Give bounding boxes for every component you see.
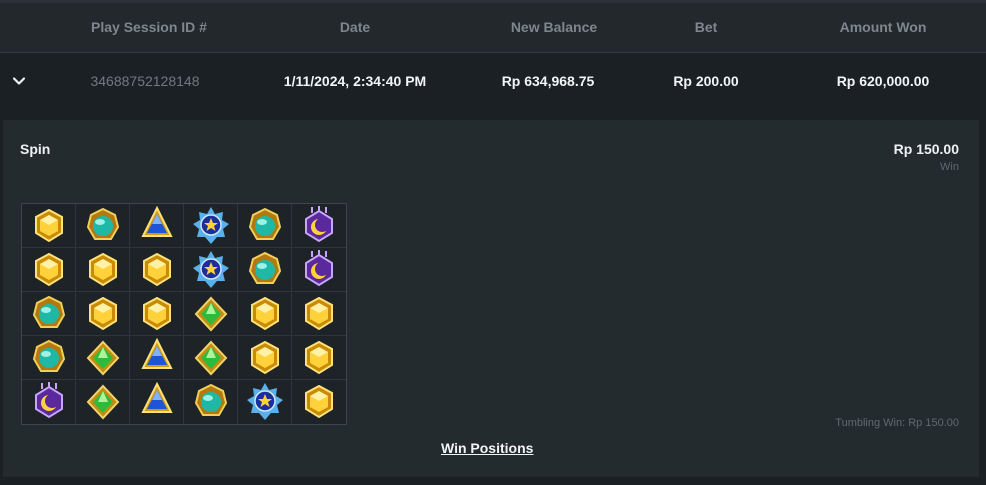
reel-cell bbox=[22, 380, 76, 424]
reel-cell bbox=[292, 292, 346, 336]
chevron-down-icon[interactable] bbox=[11, 73, 27, 89]
green-gem-icon bbox=[86, 384, 119, 420]
reel-cell bbox=[76, 292, 130, 336]
gold-gem-icon bbox=[305, 340, 333, 374]
reel-cell bbox=[238, 248, 292, 292]
gold-gem-icon bbox=[250, 340, 279, 374]
reel-cell bbox=[76, 336, 130, 380]
green-gem-icon bbox=[86, 340, 119, 375]
reel-cell bbox=[292, 336, 346, 380]
reel-cell bbox=[22, 204, 76, 248]
reel-cell bbox=[130, 380, 184, 424]
blue-gem-icon bbox=[140, 382, 173, 413]
header-bet: Bet bbox=[694, 19, 718, 35]
reel-cell bbox=[184, 380, 238, 424]
reel-cell bbox=[76, 380, 130, 424]
win-positions-link[interactable]: Win Positions bbox=[441, 440, 533, 456]
reel-cell bbox=[22, 336, 76, 380]
purple-moon-icon bbox=[34, 382, 63, 419]
reel-cell bbox=[184, 204, 238, 248]
reel-cell bbox=[130, 204, 184, 248]
star-medallion-icon bbox=[246, 383, 283, 420]
reel-cell bbox=[292, 380, 346, 424]
reel-cell bbox=[130, 336, 184, 380]
purple-moon-icon bbox=[305, 205, 333, 242]
gold-gem-icon bbox=[305, 384, 333, 419]
spin-details-panel: Spin Rp 150.00 Win Tumbling Win: Rp 150.… bbox=[3, 120, 979, 477]
reel-cell bbox=[76, 204, 130, 248]
reel-cell bbox=[238, 380, 292, 424]
reel-cell bbox=[184, 336, 238, 380]
bet-amount: Rp 200.00 bbox=[673, 73, 739, 89]
reel-grid bbox=[21, 203, 347, 425]
gold-gem-icon bbox=[250, 296, 279, 330]
gold-gem-icon bbox=[142, 296, 171, 330]
gold-gem-icon bbox=[305, 296, 333, 330]
spin-win-amount: Rp 150.00 bbox=[893, 141, 959, 157]
green-gem-icon bbox=[194, 296, 227, 331]
table-header: Play Session ID # Date New Balance Bet A… bbox=[0, 3, 986, 53]
reel-cell bbox=[238, 204, 292, 248]
reel-cell bbox=[22, 292, 76, 336]
reel-cell bbox=[292, 204, 346, 248]
amount-won: Rp 620,000.00 bbox=[836, 73, 930, 89]
reel-cell bbox=[130, 292, 184, 336]
green-gem-icon bbox=[194, 340, 227, 375]
session-date: 1/11/2024, 2:34:40 PM bbox=[283, 73, 427, 89]
blue-gem-icon bbox=[140, 205, 173, 237]
blue-gem-icon bbox=[140, 337, 173, 369]
header-session-id: Play Session ID # bbox=[91, 19, 207, 35]
new-balance: Rp 634,968.75 bbox=[501, 73, 595, 89]
gold-gem-icon bbox=[34, 208, 63, 242]
teal-gem-icon bbox=[32, 295, 65, 328]
session-id: 34688752128148 bbox=[90, 73, 200, 89]
teal-gem-icon bbox=[86, 207, 119, 240]
spin-label: Spin bbox=[20, 141, 51, 157]
teal-gem-icon bbox=[32, 339, 65, 372]
gold-gem-icon bbox=[88, 252, 117, 286]
header-new-balance: New Balance bbox=[510, 19, 598, 35]
reel-cell bbox=[292, 248, 346, 292]
reel-cell bbox=[22, 248, 76, 292]
teal-gem-icon bbox=[248, 251, 281, 284]
purple-moon-icon bbox=[305, 249, 333, 286]
teal-gem-icon bbox=[248, 207, 281, 240]
reel-cell bbox=[238, 292, 292, 336]
reel-cell bbox=[184, 248, 238, 292]
star-medallion-icon bbox=[192, 250, 229, 288]
gold-gem-icon bbox=[88, 296, 117, 330]
reel-cell bbox=[76, 248, 130, 292]
tumbling-win: Tumbling Win: Rp 150.00 bbox=[835, 417, 959, 429]
table-row[interactable]: 34688752128148 1/11/2024, 2:34:40 PM Rp … bbox=[0, 53, 986, 111]
reel-cell bbox=[184, 292, 238, 336]
reel-cell bbox=[238, 336, 292, 380]
header-amount-won: Amount Won bbox=[839, 19, 927, 35]
reel-cell bbox=[130, 248, 184, 292]
star-medallion-icon bbox=[192, 206, 229, 244]
gold-gem-icon bbox=[34, 252, 63, 286]
teal-gem-icon bbox=[194, 383, 227, 416]
gold-gem-icon bbox=[142, 252, 171, 286]
spin-win-caption: Win bbox=[940, 161, 959, 173]
header-date: Date bbox=[339, 19, 371, 35]
